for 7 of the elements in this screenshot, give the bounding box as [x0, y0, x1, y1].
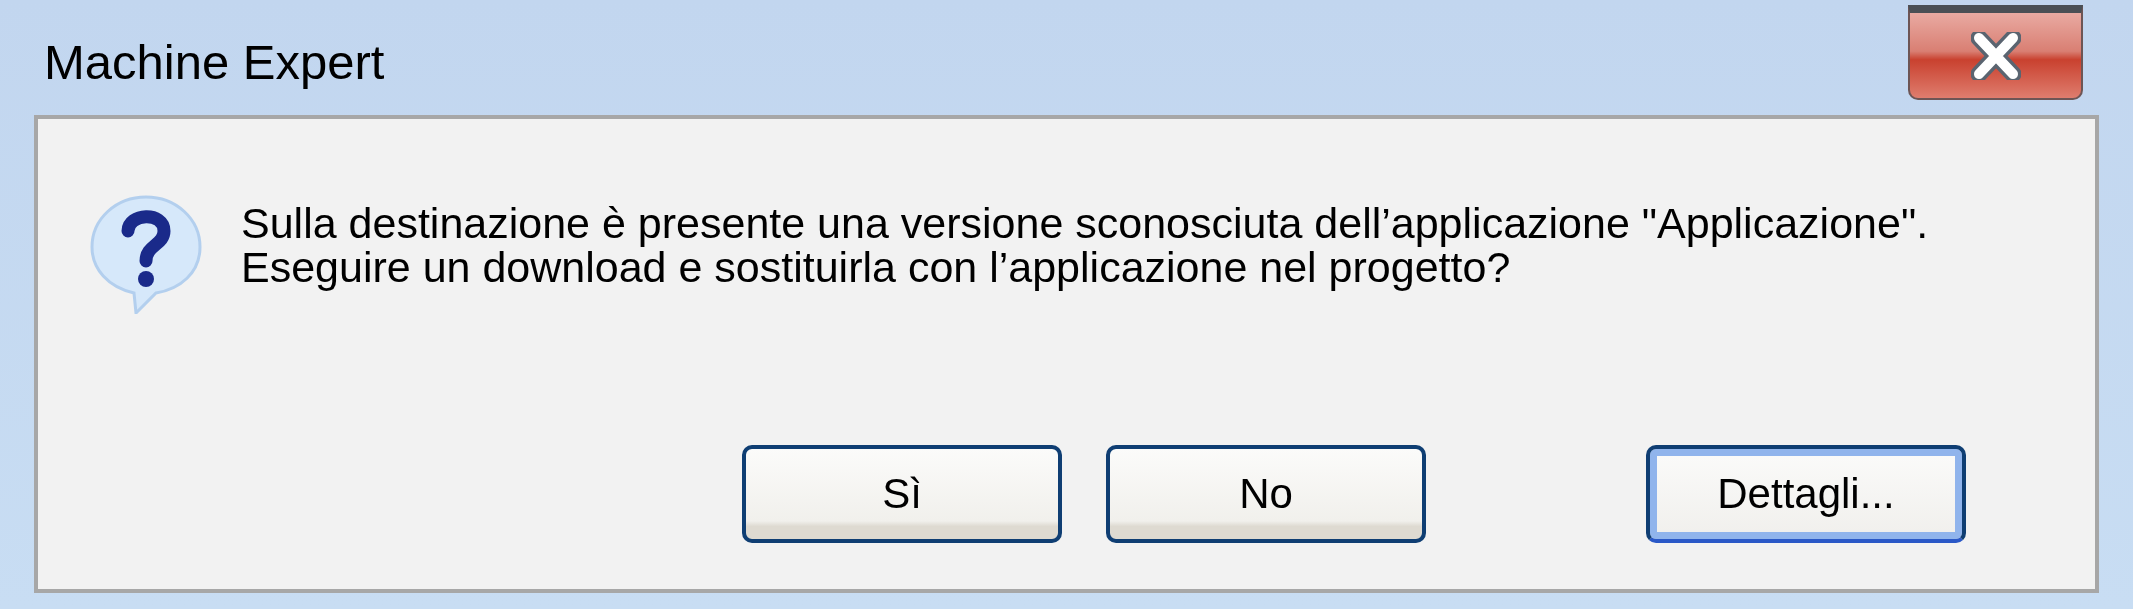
close-icon: [1970, 31, 2021, 80]
close-button[interactable]: [1908, 5, 2083, 100]
dialog-button[interactable]: Dettagli...: [1646, 445, 1966, 543]
message-text: Sulla destinazione è presente una versione sconosciuta dell’applicazione "Applicazione". Eseguire un download e sostituirla con l’applicazione nel progetto?: [241, 201, 1929, 289]
dialog-button[interactable]: No: [1106, 445, 1426, 543]
window-title: Machine Expert: [44, 38, 385, 87]
dialog-button[interactable]: Sì: [742, 445, 1062, 543]
